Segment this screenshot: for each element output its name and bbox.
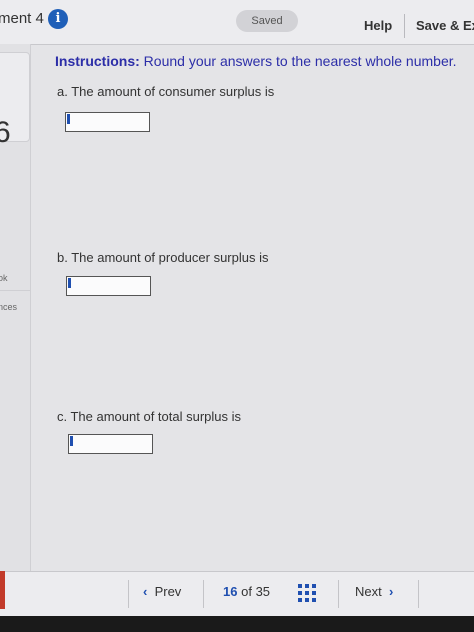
page-of: of: [241, 584, 252, 599]
header-divider: [404, 14, 405, 38]
chevron-right-icon: ›: [388, 584, 394, 599]
question-number: 6: [0, 116, 11, 149]
info-icon[interactable]: i: [48, 9, 68, 29]
next-button[interactable]: Next ›: [355, 584, 393, 599]
top-bar: ment 4 i Saved Help Save & Exi: [0, 0, 474, 45]
prev-label: Prev: [154, 584, 182, 599]
instructions: Instructions: Round your answers to the …: [55, 53, 457, 69]
help-button[interactable]: Help: [364, 18, 392, 33]
ebook-link[interactable]: ok: [0, 273, 8, 283]
current-page: 16: [223, 584, 238, 599]
text-cursor-icon: [67, 114, 70, 124]
left-rail: 6 ok nces: [0, 44, 31, 571]
screen-bezel: [0, 616, 474, 632]
text-cursor-icon: [70, 436, 73, 446]
instructions-label: Instructions:: [55, 53, 140, 69]
nav-divider: [338, 580, 339, 608]
total-pages: 35: [255, 584, 271, 599]
instructions-text: Round your answers to the nearest whole …: [139, 53, 457, 69]
producer-surplus-input[interactable]: [66, 276, 151, 296]
nav-divider: [418, 580, 419, 608]
chevron-left-icon: ‹: [143, 584, 148, 599]
prev-button[interactable]: ‹ Prev: [143, 584, 181, 599]
saved-status-badge: Saved: [236, 10, 298, 32]
question-b-label: b. The amount of producer surplus is: [57, 250, 269, 265]
next-label: Next: [355, 584, 382, 599]
save-exit-button[interactable]: Save & Exi: [416, 18, 474, 33]
consumer-surplus-input[interactable]: [65, 112, 150, 132]
text-cursor-icon: [68, 278, 71, 288]
question-grid-icon[interactable]: [298, 584, 316, 602]
question-c-label: c. The amount of total surplus is: [57, 409, 242, 424]
assignment-title: ment 4: [0, 10, 44, 27]
page-indicator: 16 of 35: [223, 584, 270, 599]
total-surplus-input[interactable]: [68, 434, 153, 454]
nav-divider: [203, 580, 204, 608]
rail-divider: [0, 290, 30, 291]
nav-divider: [128, 580, 129, 608]
bottom-left-accent: [0, 571, 5, 609]
question-a-label: a. The amount of consumer surplus is: [57, 84, 275, 99]
question-panel: Instructions: Round your answers to the …: [31, 45, 474, 571]
references-link[interactable]: nces: [0, 302, 17, 312]
